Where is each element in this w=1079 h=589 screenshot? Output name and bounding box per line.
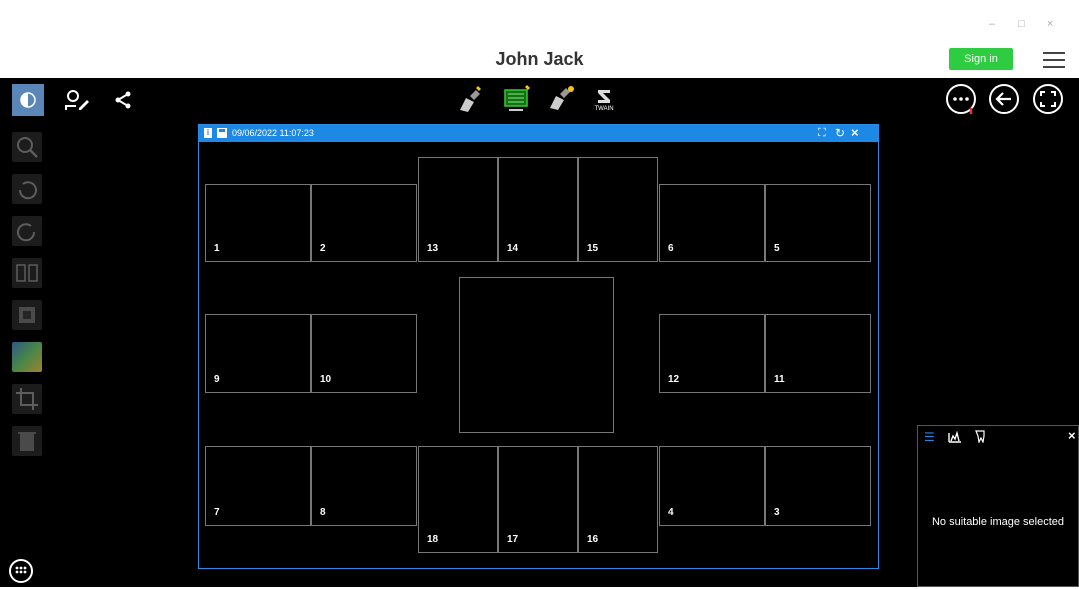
tooth-slot-4[interactable]: 4 <box>659 446 765 526</box>
close-button[interactable]: × <box>1047 18 1053 30</box>
fullscreen-icon[interactable] <box>1030 81 1066 117</box>
back-arrow-icon[interactable] <box>986 81 1022 117</box>
tooth-slot-8[interactable]: 8 <box>311 446 417 526</box>
tooth-slot-9[interactable]: 9 <box>205 314 311 393</box>
image-info-panel: ☰ × No suitable image selected <box>917 425 1079 587</box>
tooth-slot-11[interactable]: 11 <box>765 314 871 393</box>
tooth-slot-7[interactable]: 7 <box>205 446 311 526</box>
tooth-slot-14[interactable]: 14 <box>498 157 578 262</box>
minimize-button[interactable]: – <box>989 18 995 30</box>
info-icon[interactable]: i <box>204 128 212 138</box>
save-icon[interactable] <box>217 128 227 138</box>
tooth-slot-2[interactable]: 2 <box>311 184 417 262</box>
tooth-slot-3[interactable]: 3 <box>765 446 871 526</box>
twain-icon[interactable]: TWAIN <box>586 80 622 118</box>
window-title: John Jack <box>495 49 584 69</box>
center-image-slot[interactable] <box>459 277 614 433</box>
title-bar: John Jack – □ × Sign in <box>0 0 1079 79</box>
adjust-icon[interactable]: ☰ <box>924 430 935 444</box>
tooth-slot-1[interactable]: 1 <box>205 184 311 262</box>
apps-grid-icon[interactable] <box>8 558 34 584</box>
tooth-slot-13[interactable]: 13 <box>418 157 498 262</box>
rotate-right-icon[interactable] <box>12 216 42 246</box>
tooth-slot-17[interactable]: 17 <box>498 446 578 553</box>
zoom-icon[interactable] <box>12 132 42 162</box>
color-map-icon[interactable] <box>12 342 42 372</box>
acquire-xray-icon[interactable] <box>454 82 490 116</box>
image-viewer[interactable]: i 09/06/2022 11:07:23 ⛶ ↻ × 1 2 13 14 15… <box>198 124 879 569</box>
viewer-close-icon[interactable]: × <box>851 125 859 140</box>
tooth-slot-10[interactable]: 10 <box>311 314 417 393</box>
main-toolbar: TWAIN <box>0 78 1079 120</box>
tooth-slot-18[interactable]: 18 <box>418 446 498 553</box>
no-image-message: No suitable image selected <box>931 516 1065 528</box>
layout-icon[interactable]: ⛶ <box>818 127 826 140</box>
crop-icon[interactable] <box>12 384 42 414</box>
restore-button[interactable]: □ <box>1018 18 1025 30</box>
sign-in-button[interactable]: Sign in <box>949 48 1013 70</box>
twain-label: TWAIN <box>594 106 614 112</box>
tooth-slot-5[interactable]: 5 <box>765 184 871 262</box>
flip-horizontal-icon[interactable] <box>12 258 42 288</box>
delete-icon[interactable] <box>12 426 42 456</box>
acquire-sensor-icon[interactable] <box>496 82 536 116</box>
viewer-header: i 09/06/2022 11:07:23 ⛶ ↻ × <box>199 125 878 142</box>
refresh-icon[interactable]: ↻ <box>835 126 845 140</box>
tooth-slot-6[interactable]: 6 <box>659 184 765 262</box>
contrast-icon[interactable] <box>12 84 44 116</box>
tooth-slot-16[interactable]: 16 <box>578 446 658 553</box>
tooth-slot-12[interactable]: 12 <box>659 314 765 393</box>
acquire-phosphor-icon[interactable] <box>544 82 580 116</box>
panel-close-icon[interactable]: × <box>1068 428 1076 443</box>
left-tool-sidebar <box>0 120 55 587</box>
rotate-left-icon[interactable] <box>12 174 42 204</box>
tooth-slot-15[interactable]: 15 <box>578 157 658 262</box>
more-options-icon[interactable] <box>943 81 979 117</box>
hamburger-menu-icon[interactable] <box>1043 49 1065 69</box>
share-icon[interactable] <box>108 84 138 116</box>
invert-icon[interactable] <box>12 300 42 330</box>
patient-edit-icon[interactable] <box>60 84 94 116</box>
tooth-icon[interactable] <box>974 430 986 448</box>
image-timestamp: 09/06/2022 11:07:23 <box>232 128 314 138</box>
histogram-icon[interactable] <box>948 430 962 448</box>
